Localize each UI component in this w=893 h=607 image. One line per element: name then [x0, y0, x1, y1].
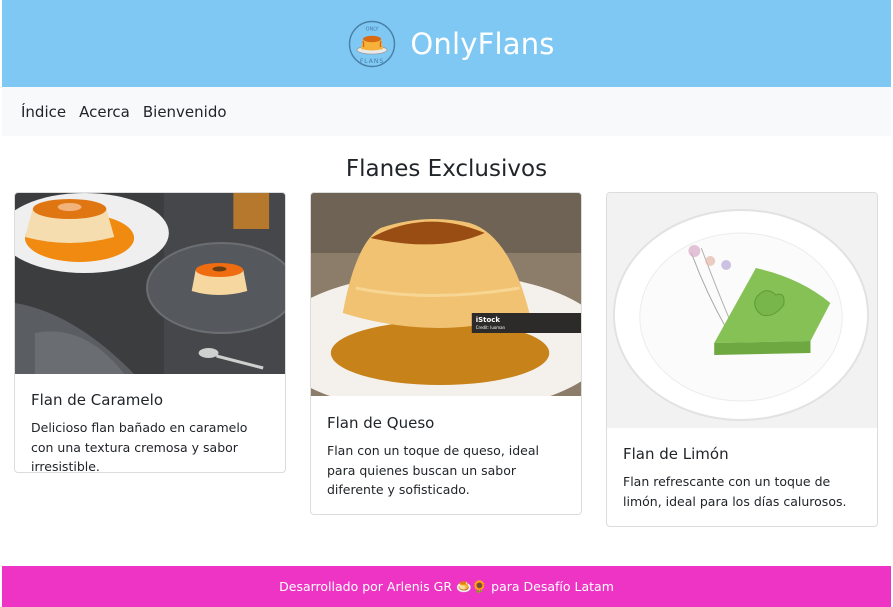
nav-link-acerca[interactable]: Acerca: [79, 103, 130, 121]
section-title: Flanes Exclusivos: [345, 156, 548, 182]
brand-title: OnlyFlans: [410, 26, 555, 61]
navbar: Índice Acerca Bienvenido: [2, 87, 891, 136]
nav-link-indice[interactable]: Índice: [21, 103, 66, 121]
card-title: Flan de Queso: [327, 414, 435, 432]
footer-text-after: para Desafío Latam: [491, 579, 614, 594]
card-title: Flan de Limón: [623, 445, 729, 463]
footer-emoji: 🍮🌻: [456, 578, 488, 594]
watermark-text: iStock: [476, 316, 501, 324]
card-text: Delicioso flan bañado en caramelo con un…: [31, 420, 248, 473]
card-text: Flan refrescante con un toque de limón, …: [623, 474, 847, 509]
lemon-flan-photo-icon: [607, 193, 877, 428]
footer-text-before: Desarrollado por Arlenis GR: [279, 579, 453, 594]
logo-text-bottom: FLANS: [360, 58, 384, 65]
logo-text-top: ONLY: [366, 26, 380, 32]
caramel-flan-photo-icon: [15, 193, 285, 374]
flan-logo-icon: ONLY FLANS: [349, 20, 396, 67]
site-footer: Desarrollado por Arlenis GR 🍮🌻 para Desa…: [2, 566, 891, 607]
card-title: Flan de Caramelo: [31, 391, 163, 409]
nav-link-bienvenido[interactable]: Bienvenido: [143, 103, 227, 121]
card-flan-queso[interactable]: iStock Credit: luoman Flan de Queso Flan…: [310, 192, 582, 515]
site-header: ONLY FLANS OnlyFlans: [2, 0, 891, 87]
card-flan-limon[interactable]: Flan de Limón Flan refrescante con un to…: [606, 192, 878, 527]
brand[interactable]: ONLY FLANS OnlyFlans: [348, 20, 554, 68]
watermark-credit: Credit: luoman: [476, 325, 506, 330]
cheese-flan-photo-icon: iStock Credit: luoman: [311, 193, 581, 396]
card-flan-caramelo[interactable]: Flan de Caramelo Delicioso flan bañado e…: [14, 192, 286, 473]
card-text: Flan con un toque de queso, ideal para q…: [327, 443, 540, 497]
